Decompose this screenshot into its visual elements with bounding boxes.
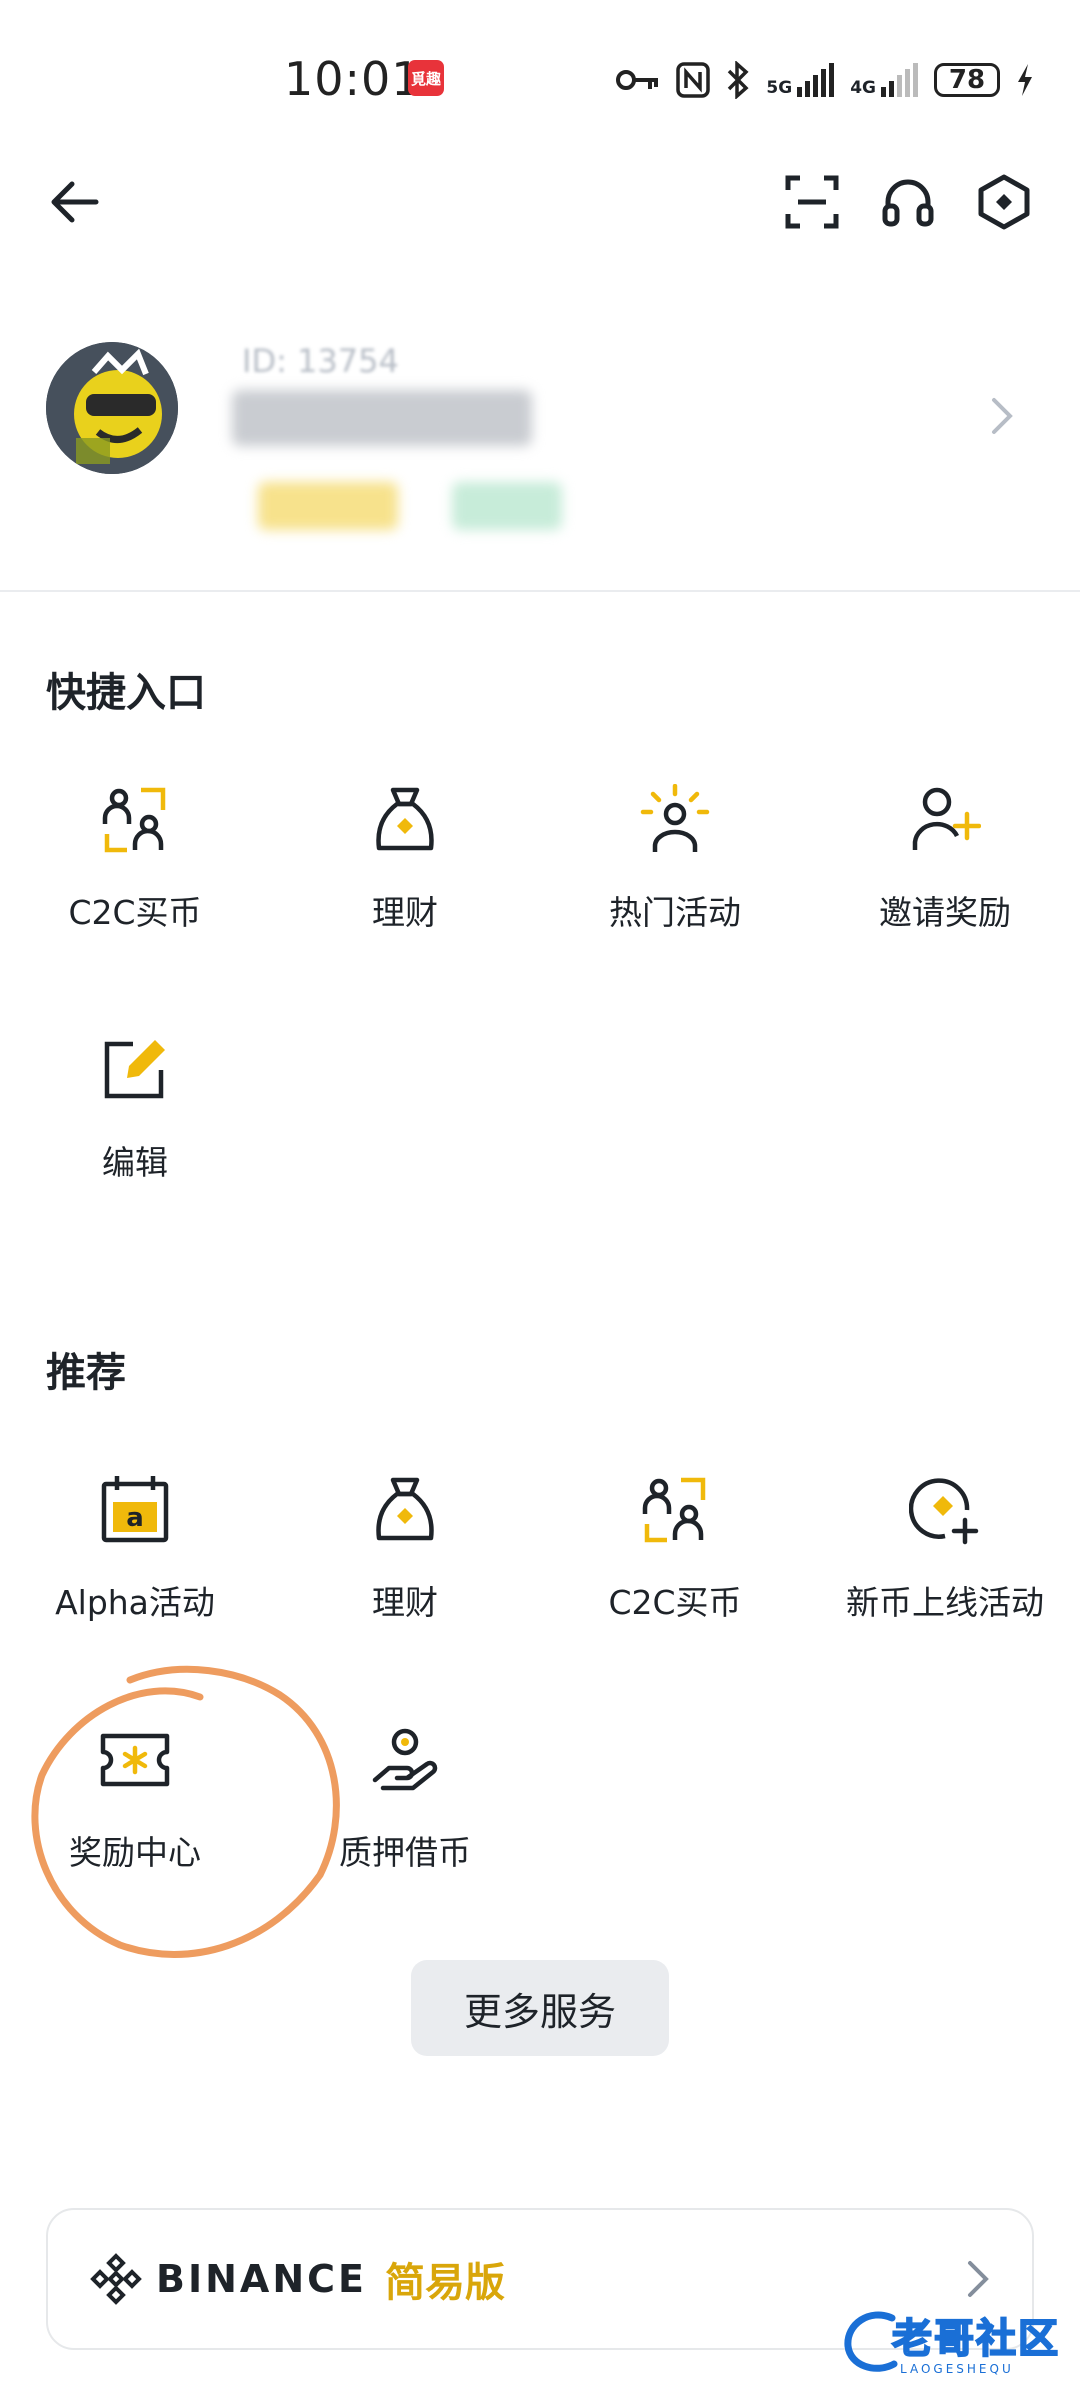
chevron-right-icon <box>968 2261 989 2297</box>
recommend-label: 质押借币 <box>339 1833 471 1872</box>
scan-icon <box>785 175 839 229</box>
binance-brand: BINANCE <box>156 2257 367 2301</box>
vip-badge-blurred <box>258 482 398 530</box>
quick-entry-wealth[interactable]: 理财 <box>270 780 540 980</box>
more-services-button[interactable]: 更多服务 <box>411 1960 669 2056</box>
quick-entry-label: C2C买币 <box>68 893 202 932</box>
quick-entry-title: 快捷入口 <box>46 670 206 716</box>
profile-divider <box>0 590 1080 592</box>
battery-indicator: 78 <box>934 63 1000 97</box>
bluetooth-icon <box>728 61 749 99</box>
back-button[interactable] <box>42 170 106 234</box>
recommend-label: 新币上线活动 <box>846 1583 1044 1622</box>
app-badge-icon: 覓趣 <box>408 60 444 96</box>
invite-user-icon <box>912 787 981 850</box>
binance-logo-icon <box>90 2253 142 2305</box>
quick-entry-hot-activity[interactable]: 热门活动 <box>540 780 810 980</box>
support-button[interactable] <box>876 170 940 234</box>
quick-entry-invite[interactable]: 邀请奖励 <box>810 780 1080 980</box>
new-coin-icon <box>909 1478 979 1545</box>
watermark-subtitle: LAOGESHEQU <box>900 2362 1014 2376</box>
dragon-logo-icon <box>844 2311 898 2372</box>
arrow-left-icon <box>51 181 99 223</box>
status-icons: 5G 4G 78 <box>616 58 1034 102</box>
money-bag-icon <box>376 787 434 851</box>
recommend-label: Alpha活动 <box>55 1583 215 1622</box>
c2c-users-icon <box>642 1477 706 1543</box>
scan-button[interactable] <box>780 170 844 234</box>
key-icon <box>616 70 659 90</box>
quick-entry-label: 热门活动 <box>609 893 741 932</box>
quick-entry-edit[interactable]: 编辑 <box>0 1030 270 1230</box>
user-id: ID: 13754 <box>242 342 399 380</box>
username-blurred <box>232 390 532 446</box>
verified-badge-blurred <box>452 482 562 530</box>
recommend-alpha[interactable]: a Alpha活动 <box>0 1470 270 1670</box>
avatar[interactable] <box>46 342 178 474</box>
annotation-circle <box>31 1665 340 1958</box>
hexagon-settings-icon <box>978 174 1030 230</box>
signal-4g: 4G <box>850 63 918 97</box>
settings-button[interactable] <box>972 170 1036 234</box>
money-bag-icon <box>376 1477 434 1541</box>
recommend-new-listing[interactable]: 新币上线活动 <box>810 1470 1080 1670</box>
quick-entry-c2c[interactable]: C2C买币 <box>0 780 270 980</box>
quick-entry-label: 理财 <box>372 893 438 932</box>
headset-icon <box>882 179 934 227</box>
edit-icon <box>104 1040 165 1099</box>
hot-activity-icon <box>640 784 710 852</box>
quick-entry-label: 编辑 <box>102 1143 168 1182</box>
profile-chevron-icon[interactable] <box>990 396 1014 440</box>
charging-icon <box>1018 64 1032 96</box>
status-time: 10:01 <box>284 52 422 106</box>
recommend-label: C2C买币 <box>608 1583 742 1622</box>
quick-entry-label: 邀请奖励 <box>879 893 1011 932</box>
signal-5g: 5G <box>766 63 835 97</box>
nfc-icon <box>676 62 711 98</box>
recommend-label: 理财 <box>372 1583 438 1622</box>
loan-hand-icon <box>372 1728 438 1791</box>
lite-edition-label: 简易版 <box>384 2260 505 2306</box>
svg-text:a: a <box>126 1503 144 1533</box>
recommend-title: 推荐 <box>46 1350 126 1396</box>
recommend-wealth[interactable]: 理财 <box>270 1470 540 1670</box>
profile-info[interactable]: ID: 13754 <box>180 330 562 540</box>
watermark: 老哥社区 LAOGESHEQU <box>840 2302 1072 2386</box>
alpha-calendar-icon: a <box>101 1476 169 1543</box>
avatar-image <box>46 342 178 474</box>
recommend-c2c[interactable]: C2C买币 <box>540 1470 810 1670</box>
c2c-users-icon <box>102 787 166 853</box>
watermark-title: 老哥社区 <box>891 2315 1060 2363</box>
